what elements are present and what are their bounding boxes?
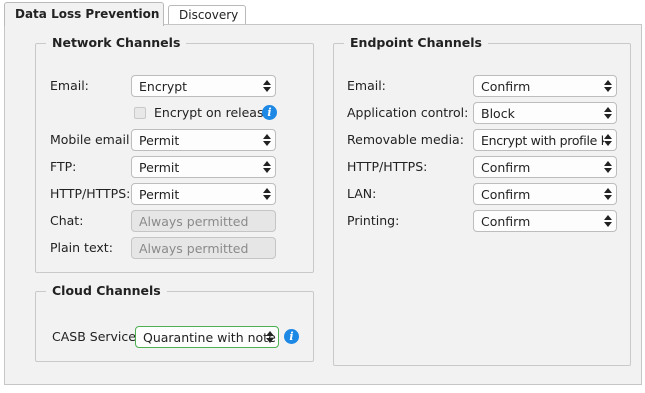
casb-row: CASB Service: Quarantine with note i (36, 326, 315, 348)
chat-value: Always permitted (139, 214, 249, 229)
tab-discovery[interactable]: Discovery (168, 5, 246, 25)
endpoint-email-select[interactable]: Confirm (473, 75, 617, 97)
ftp-select[interactable]: Permit (131, 156, 276, 178)
mobile-email-label: Mobile email: (50, 132, 134, 147)
endpoint-email-row: Email: Confirm (334, 75, 632, 97)
chevron-updown-icon (604, 107, 612, 119)
settings-panel: Network Channels Email: Encrypt Encrypt … (4, 24, 642, 385)
endpoint-http-value: Confirm (481, 160, 531, 175)
encrypt-on-release-row: Encrypt on release i (36, 102, 315, 124)
chevron-updown-icon (263, 161, 271, 173)
cloud-channels-title: Cloud Channels (46, 283, 167, 298)
chevron-updown-icon (604, 80, 612, 92)
endpoint-http-row: HTTP/HTTPS: Confirm (334, 156, 632, 178)
casb-select[interactable]: Quarantine with note (135, 326, 279, 348)
chevron-updown-icon (263, 188, 271, 200)
chevron-updown-icon (266, 331, 274, 343)
endpoint-email-value: Confirm (481, 79, 531, 94)
app-control-label: Application control: (347, 105, 469, 120)
app-control-select[interactable]: Block (473, 102, 617, 124)
mobile-email-value: Permit (139, 133, 180, 148)
network-email-value: Encrypt (139, 79, 188, 94)
encrypt-on-release-checkbox[interactable] (134, 107, 146, 119)
network-email-select[interactable]: Encrypt (131, 75, 276, 97)
cloud-channels-group: Cloud Channels CASB Service: Quarantine … (35, 283, 315, 362)
tab-data-loss-prevention[interactable]: Data Loss Prevention (4, 2, 164, 26)
removable-media-label: Removable media: (347, 132, 464, 147)
chevron-updown-icon (604, 134, 612, 146)
network-email-label: Email: (50, 78, 89, 93)
removable-media-row: Removable media: Encrypt with profile k (334, 129, 632, 151)
lan-value: Confirm (481, 187, 531, 202)
printing-row: Printing: Confirm (334, 210, 632, 232)
mobile-email-select[interactable]: Permit (131, 129, 276, 151)
network-http-value: Permit (139, 187, 180, 202)
casb-value: Quarantine with note (143, 330, 276, 345)
removable-media-select[interactable]: Encrypt with profile k (473, 129, 617, 151)
endpoint-http-select[interactable]: Confirm (473, 156, 617, 178)
endpoint-channels-group: Endpoint Channels Email: Confirm Applica… (333, 35, 632, 366)
encrypt-on-release-label: Encrypt on release (154, 105, 272, 120)
plain-text-field: Always permitted (131, 237, 276, 259)
network-channels-title: Network Channels (46, 35, 187, 50)
chat-label: Chat: (50, 213, 84, 228)
chat-field: Always permitted (131, 210, 276, 232)
chevron-updown-icon (263, 134, 271, 146)
printing-select[interactable]: Confirm (473, 210, 617, 232)
ftp-label: FTP: (50, 159, 77, 174)
lan-row: LAN: Confirm (334, 183, 632, 205)
mobile-email-row: Mobile email: Permit (36, 129, 315, 151)
chevron-updown-icon (263, 80, 271, 92)
printing-value: Confirm (481, 214, 531, 229)
lan-select[interactable]: Confirm (473, 183, 617, 205)
app-control-value: Block (481, 106, 515, 121)
removable-media-value: Encrypt with profile k (481, 133, 608, 148)
ftp-row: FTP: Permit (36, 156, 315, 178)
info-icon[interactable]: i (262, 105, 277, 120)
plain-text-row: Plain text: Always permitted (36, 237, 315, 259)
info-icon[interactable]: i (284, 329, 299, 344)
app-control-row: Application control: Block (334, 102, 632, 124)
plain-text-label: Plain text: (50, 240, 113, 255)
network-http-select[interactable]: Permit (131, 183, 276, 205)
endpoint-email-label: Email: (347, 78, 386, 93)
plain-text-value: Always permitted (139, 241, 249, 256)
network-channels-group: Network Channels Email: Encrypt Encrypt … (35, 35, 315, 273)
endpoint-http-label: HTTP/HTTPS: (347, 159, 428, 174)
network-http-row: HTTP/HTTPS: Permit (36, 183, 315, 205)
endpoint-channels-title: Endpoint Channels (344, 35, 488, 50)
ftp-value: Permit (139, 160, 180, 175)
chat-row: Chat: Always permitted (36, 210, 315, 232)
lan-label: LAN: (347, 186, 377, 201)
chevron-updown-icon (604, 188, 612, 200)
chevron-updown-icon (604, 161, 612, 173)
network-email-row: Email: Encrypt (36, 75, 315, 97)
network-http-label: HTTP/HTTPS: (50, 186, 131, 201)
casb-label: CASB Service: (52, 329, 141, 344)
chevron-updown-icon (604, 215, 612, 227)
printing-label: Printing: (347, 213, 400, 228)
